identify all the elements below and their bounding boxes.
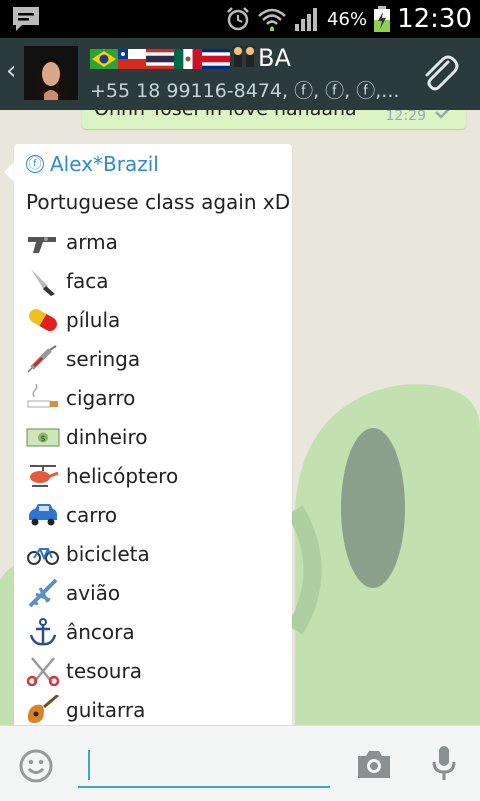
group-title: BA	[90, 44, 410, 72]
chat-area[interactable]: Ohhh Yosel in love hahaaha 12:29 ⓕ Alex*…	[0, 110, 480, 725]
flag-mexico-icon	[174, 49, 202, 69]
microphone-icon[interactable]	[430, 744, 458, 784]
anchor-icon	[29, 617, 57, 645]
incoming-message[interactable]: ⓕ Alex*Brazil Portuguese class again xD …	[14, 144, 292, 725]
sender-name-text: Alex*Brazil	[50, 152, 159, 176]
dollar-banknote-icon: $	[26, 428, 60, 446]
pill-icon	[29, 308, 57, 331]
pistol-icon	[28, 236, 56, 253]
message-input[interactable]	[78, 742, 330, 788]
alarm-icon	[227, 7, 249, 31]
car-icon	[29, 503, 57, 525]
battery-icon	[374, 6, 391, 32]
group-avatar[interactable]	[24, 46, 78, 100]
list-item: arma	[26, 222, 118, 261]
list-item: carro	[26, 495, 117, 534]
outgoing-message-time: 12:29	[385, 110, 426, 124]
facebook-contact-icon: ⓕ	[26, 155, 44, 173]
list-item: helicóptero	[26, 456, 178, 495]
attach-paperclip-icon[interactable]	[418, 52, 462, 96]
list-item: âncora	[26, 612, 135, 651]
list-item: avião	[26, 573, 120, 612]
text-caret	[88, 750, 90, 780]
list-item: seringa	[26, 339, 140, 378]
knife-icon	[31, 268, 55, 296]
bicycle-icon	[27, 547, 59, 565]
smiley-icon[interactable]	[18, 748, 54, 784]
status-bar: 46% 12:30	[0, 0, 480, 38]
group-participants: +55 18 99116-8474, ⓕ, ⓕ, ⓕ,...	[90, 80, 400, 100]
cigarette-icon	[27, 383, 58, 407]
chat-header[interactable]: ‹ BA +55 18 99116-8474, ⓕ, ⓕ, ⓕ,...	[0, 38, 480, 113]
scissors-icon	[26, 656, 60, 686]
flag-brazil-icon	[90, 49, 118, 69]
message-first-line: Portuguese class again xD	[26, 190, 291, 214]
list-item: tesoura	[26, 651, 142, 690]
list-item: faca	[26, 261, 109, 300]
cell-signal-icon	[295, 8, 318, 31]
chat-notification-icon	[13, 7, 39, 31]
svg-text:$: $	[40, 434, 45, 443]
airplane-icon	[28, 578, 58, 607]
list-item: cigarro	[26, 378, 135, 417]
group-title-text: BA	[258, 44, 291, 72]
camera-icon[interactable]	[356, 748, 392, 780]
helicopter-icon	[30, 464, 59, 487]
list-item: bicicleta	[26, 534, 150, 573]
flag-thailand-icon	[146, 49, 174, 69]
sender-name[interactable]: ⓕ Alex*Brazil	[26, 152, 159, 176]
list-item: pílula	[26, 300, 120, 339]
list-item: $ dinheiro	[26, 417, 147, 456]
syringe-icon	[27, 344, 57, 373]
flag-costa-rica-icon	[202, 49, 230, 69]
dancers-icon	[232, 45, 256, 67]
clock: 12:30	[397, 4, 472, 34]
guitar-icon	[27, 694, 59, 723]
wifi-icon	[258, 8, 286, 31]
battery-percent: 46%	[327, 8, 368, 30]
flag-chile-icon	[118, 49, 146, 69]
compose-bar	[0, 725, 480, 801]
delivered-check-icon	[435, 110, 450, 119]
back-chevron-icon[interactable]: ‹	[6, 56, 16, 86]
incoming-bubble-tail	[4, 162, 14, 182]
outgoing-message-text: Ohhh Yosel in love hahaaha	[94, 110, 357, 120]
outgoing-message[interactable]: Ohhh Yosel in love hahaaha 12:29	[82, 110, 466, 129]
list-item: guitarra	[26, 690, 145, 725]
